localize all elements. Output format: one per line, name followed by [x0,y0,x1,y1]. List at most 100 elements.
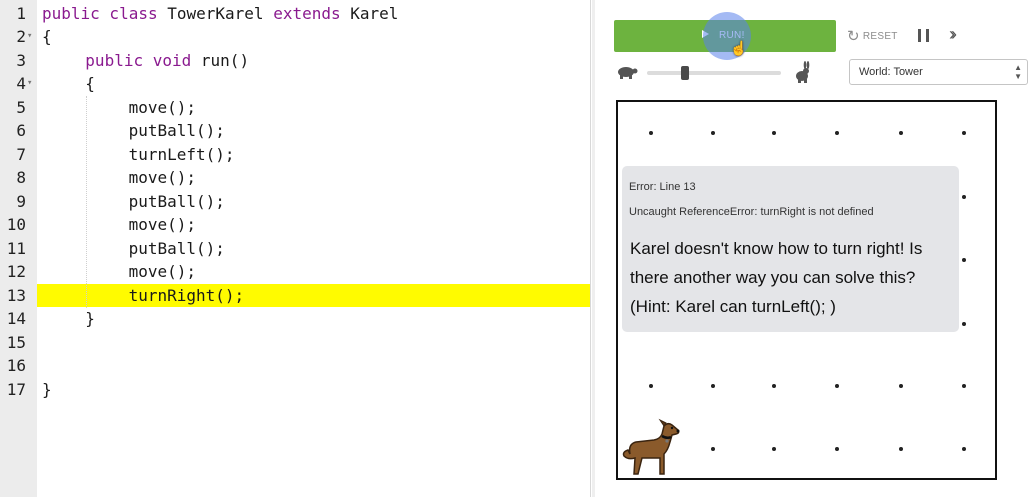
world-corner-dot [899,447,903,451]
world-select[interactable]: World: Tower ▲ ▼ [849,59,1028,85]
world-corner-dot [649,131,653,135]
world-corner-dot [835,131,839,135]
code-token: TowerKarel [167,3,274,23]
code-text: } [42,378,52,402]
fast-forward-icon[interactable]: ›› [949,24,957,45]
world-corner-dot [962,384,966,388]
world-corner-dot [962,195,966,199]
world-corner-dot [772,447,776,451]
select-arrows-icon: ▲ ▼ [1014,63,1022,81]
fold-arrow-icon[interactable]: ▾ [27,72,32,96]
error-detail: Uncaught ReferenceError: turnRight is no… [629,206,874,218]
code-text: move(); [129,96,196,120]
error-message-box: Error: Line 13 Uncaught ReferenceError: … [622,166,959,332]
error-explanation: Karel doesn't know how to turn right! Is… [630,239,923,316]
code-token: putBall(); [128,191,225,211]
world-corner-dot [962,447,966,451]
line-number: 12 [6,262,26,281]
line-number: 9 [16,191,26,211]
run-button[interactable]: RUN! [614,20,836,52]
code-line[interactable]: 8 move(); [0,166,590,190]
fold-arrow-icon[interactable]: ▾ [27,25,32,49]
world-corner-dot [711,131,715,135]
code-token: turnLeft(); [128,144,235,164]
code-line[interactable]: 2 ▾ { [0,25,590,49]
code-line[interactable]: 16 [0,354,590,378]
line-number: 2 [16,27,26,46]
world-corner-dot [835,384,839,388]
world-corner-dot [835,447,839,451]
code-token: } [85,309,95,328]
world-corner-dot [899,384,903,388]
pause-icon[interactable] [918,29,930,42]
code-line[interactable]: 7 turnLeft(); [0,143,590,167]
code-text: public class TowerKarel extends Karel [42,2,398,26]
code-text: } [85,307,95,331]
rabbit-icon [796,61,810,83]
code-line[interactable]: 10 move(); [0,213,590,237]
world-corner-dot [711,384,715,388]
speed-slider-thumb[interactable] [680,66,689,80]
line-number: 8 [16,168,26,187]
code-token: putBall(); [128,238,225,258]
line-number: 10 [6,215,26,234]
karel-world: Error: Line 13 Uncaught ReferenceError: … [616,100,997,480]
code-token: turnRight(); [128,285,245,305]
code-token: move(); [128,168,197,187]
code-line[interactable]: 1 public class TowerKarel extends Karel [0,2,590,26]
code-text: move(); [129,166,196,190]
code-text: putBall(); [129,237,225,261]
line-number: 1 [16,3,26,23]
world-select-value: World: Tower [859,66,923,78]
world-corner-dot [962,131,966,135]
line-number: 13 [6,285,26,305]
code-line[interactable]: 6 putBall(); [0,119,590,143]
code-line[interactable]: 15 [0,331,590,355]
code-token: move(); [128,215,197,234]
code-token: } [42,379,52,399]
line-number: 5 [16,97,26,117]
reset-icon: ↻ [847,28,860,45]
code-text: public void run() [85,49,249,73]
code-token: move(); [128,97,197,117]
line-number: 11 [6,238,26,258]
world-corner-dot [772,131,776,135]
code-text: turnRight(); [129,284,245,308]
code-line[interactable]: 3 public void run() [0,49,590,73]
code-line[interactable]: 17} [0,378,590,402]
world-corner-dot [649,384,653,388]
play-icon [702,30,709,38]
line-number: 4 [16,74,26,93]
world-corner-dot [962,258,966,262]
code-text: putBall(); [129,119,225,143]
code-line[interactable]: 5 move(); [0,96,590,120]
code-token: Karel [350,3,399,23]
speed-slider-track[interactable] [647,71,781,75]
world-corner-dot [899,131,903,135]
keyword-token: void [152,50,201,70]
line-number: 14 [6,309,26,328]
keyword-token: public [85,50,153,70]
run-label: RUN! [719,30,745,41]
keyword-token: public class [42,3,168,23]
reset-button[interactable]: ↻ RESET [847,27,898,45]
line-number: 7 [16,144,26,164]
code-line[interactable]: 4 ▾ { [0,72,590,96]
code-line[interactable]: 14} [0,307,590,331]
line-number: 17 [6,379,26,399]
code-text: putBall(); [129,190,225,214]
line-number: 15 [6,332,26,352]
turtle-icon [618,67,638,79]
code-line[interactable]: 13 turnRight(); [0,284,590,308]
code-line[interactable]: 12 move(); [0,260,590,284]
code-token: { [85,74,95,93]
code-line[interactable]: 9 putBall(); [0,190,590,214]
code-text: turnLeft(); [129,143,235,167]
code-token: { [42,27,52,46]
code-token: run() [200,50,250,70]
code-line[interactable]: 11 putBall(); [0,237,590,261]
line-number: 3 [16,50,26,70]
world-corner-dot [772,384,776,388]
panel-divider[interactable] [592,0,595,497]
code-editor[interactable]: 1 public class TowerKarel extends Karel 2 ▾… [0,0,591,497]
